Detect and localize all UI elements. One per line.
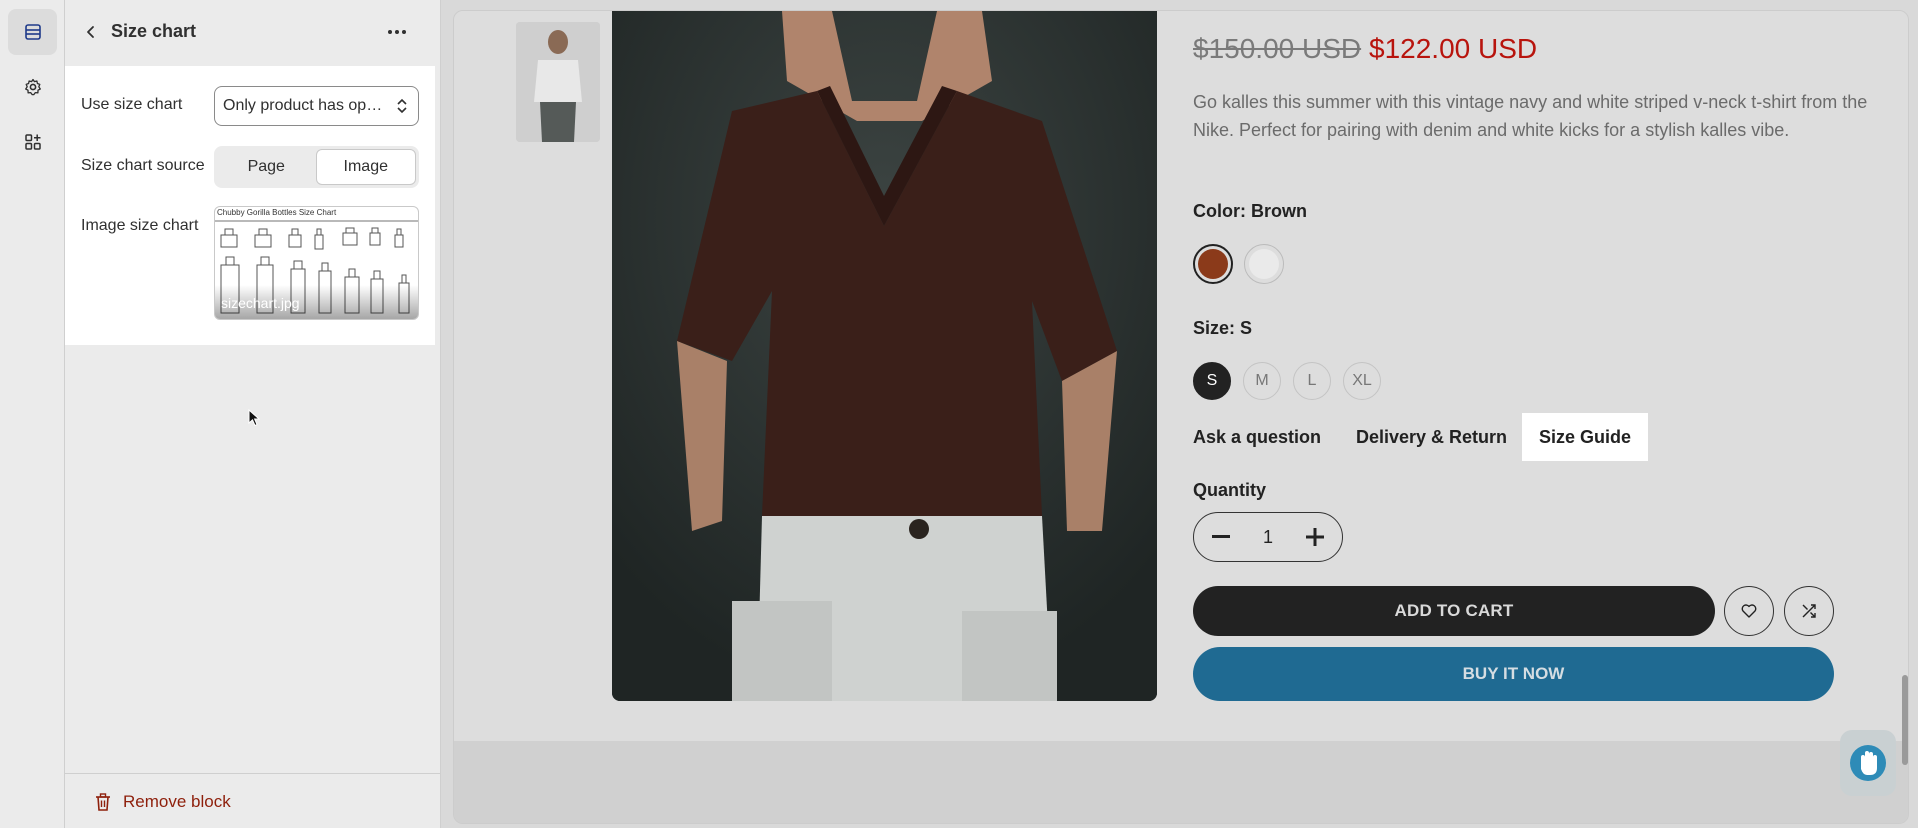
source-option-page[interactable]: Page [217, 149, 316, 185]
size-chart-source-toggle: Page Image [214, 146, 419, 188]
hand-wave-icon [1850, 745, 1886, 781]
more-horizontal-icon [388, 30, 406, 34]
size-option-l[interactable]: L [1293, 362, 1331, 400]
sections-nav-button[interactable] [8, 9, 57, 55]
select-caret-icon [397, 98, 407, 114]
wishlist-button[interactable] [1724, 586, 1774, 636]
size-option-m[interactable]: M [1243, 362, 1281, 400]
storefront-preview: $150.00 USD $122.00 USD Go kalles this s… [453, 10, 1909, 824]
remove-block-button[interactable]: Remove block [95, 792, 231, 812]
size-guide-link[interactable]: Size Guide [1522, 413, 1648, 461]
color-label: Color: Brown [1193, 201, 1307, 221]
compare-at-price: $150.00 USD [1193, 33, 1362, 64]
product-section: $150.00 USD $122.00 USD Go kalles this s… [454, 11, 1908, 741]
size-option-xl[interactable]: XL [1343, 362, 1381, 400]
minus-icon[interactable] [1212, 535, 1230, 539]
size-chart-source-label: Size chart source [81, 157, 205, 174]
shuffle-icon [1802, 604, 1816, 618]
mouse-cursor-icon [248, 409, 260, 427]
sections-icon [24, 24, 41, 40]
buy-it-now-button[interactable]: BUY IT NOW [1193, 647, 1834, 701]
preview-footer-area [454, 741, 1908, 823]
remove-block-label: Remove block [123, 792, 231, 811]
back-button[interactable] [77, 18, 105, 46]
more-options-button[interactable] [381, 18, 413, 46]
panel-footer: Remove block [65, 773, 441, 828]
size-label: Size: S [1193, 318, 1253, 338]
delivery-return-link[interactable]: Delivery & Return [1356, 427, 1507, 448]
add-to-cart-button[interactable]: ADD TO CART [1193, 586, 1715, 636]
source-option-image[interactable]: Image [315, 149, 416, 185]
plus-icon[interactable] [1305, 528, 1324, 546]
compare-button[interactable] [1784, 586, 1834, 636]
image-size-chart-label: Image size chart [81, 217, 199, 234]
apps-nav-button[interactable] [8, 119, 57, 165]
model-photo [612, 11, 1157, 701]
scrollbar-thumb[interactable] [1902, 675, 1908, 765]
size-chart-image-picker[interactable]: Chubby Gorilla Bottles Size Chart sizech… [214, 206, 419, 320]
chat-widget-button[interactable] [1840, 730, 1896, 796]
thumbnail-model-image [516, 22, 600, 142]
preview-scrollbar[interactable] [1898, 0, 1912, 828]
use-size-chart-value: Only product has option size [223, 97, 419, 114]
heart-icon [1741, 604, 1757, 618]
size-chart-settings-card: Use size chart Only product has option s… [65, 66, 435, 345]
sale-price: $122.00 USD [1369, 33, 1538, 64]
product-description: Go kalles this summer with this vintage … [1193, 92, 1868, 140]
product-main-image[interactable] [612, 11, 1157, 701]
color-swatch-white[interactable] [1244, 244, 1284, 284]
gear-icon [24, 78, 41, 96]
trash-icon [96, 793, 110, 811]
apps-icon [24, 134, 41, 150]
panel-header: Size chart [65, 0, 441, 66]
quantity-stepper: 1 [1193, 512, 1343, 562]
product-thumbnail[interactable] [516, 22, 600, 142]
quantity-value[interactable]: 1 [1263, 527, 1273, 548]
use-size-chart-select[interactable]: Only product has option size [214, 86, 419, 126]
size-chart-filename: sizechart.jpg [221, 295, 300, 311]
theme-settings-nav-button[interactable] [8, 64, 57, 110]
use-size-chart-label: Use size chart [81, 96, 183, 113]
size-option-s[interactable]: S [1193, 362, 1231, 400]
icon-rail [0, 0, 65, 828]
color-swatch-brown[interactable] [1193, 244, 1233, 284]
panel-title: Size chart [111, 21, 197, 41]
quantity-label: Quantity [1193, 480, 1267, 500]
chevron-left-icon [87, 26, 94, 38]
ask-question-link[interactable]: Ask a question [1193, 427, 1321, 448]
